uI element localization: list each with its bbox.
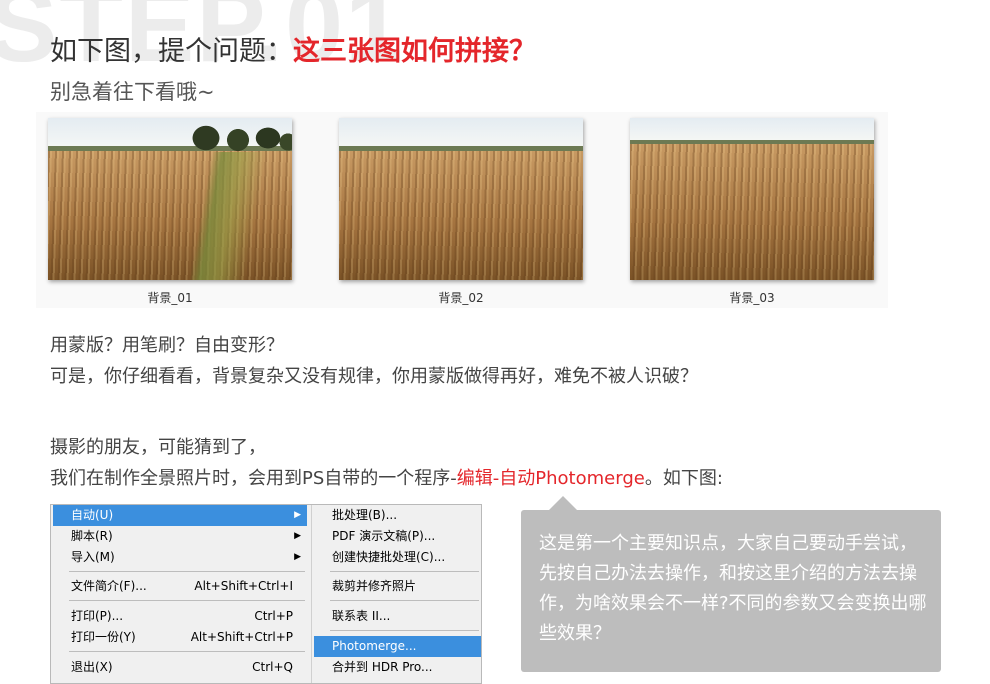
answer-line-2-prefix: 我们在制作全景照片时，会用到PS自带的一个程序- — [50, 468, 457, 489]
question-line-1: 用蒙版？用笔刷？自由变形？ — [50, 335, 284, 356]
photo-gallery: 背景_01 背景_02 背景_03 — [36, 112, 888, 308]
question-line-2: 可是，你仔细看看，背景复杂又没有规律，你用蒙版做得再好，难免不被人识破？ — [50, 366, 698, 387]
menu-item-exit[interactable]: 退出(X) Ctrl+Q — [53, 657, 307, 678]
menu-separator — [69, 651, 305, 652]
submenu-arrow-icon: ▶ — [294, 531, 301, 541]
photo-card-3: 背景_03 — [630, 118, 874, 306]
photo-caption-3: 背景_03 — [729, 291, 775, 305]
page-title: 如下图，提个问题：这三张图如何拼接？ — [50, 36, 536, 68]
file-menu-screenshot: 自动(U) ▶ 脚本(R) ▶ 导入(M) ▶ 文件简介(F)... Alt+Shift… — [50, 504, 482, 684]
menu-shortcut: Ctrl+P — [254, 609, 293, 623]
wheat-field-photo-1 — [48, 118, 292, 280]
menu-item-automate[interactable]: 自动(U) ▶ — [53, 505, 307, 526]
tip-callout: 这是第一个主要知识点，大家自己要动手尝试，先按自己办法去操作，和按这里介绍的方法… — [521, 496, 941, 672]
paragraph-answer: 摄影的朋友，可能猜到了， 我们在制作全景照片时，会用到PS自带的一个程序-编辑-… — [50, 432, 723, 494]
photo-card-2: 背景_02 — [339, 118, 583, 306]
submenu-item-merge-hdr[interactable]: 合并到 HDR Pro... — [314, 657, 481, 678]
file-menu: 自动(U) ▶ 脚本(R) ▶ 导入(M) ▶ 文件简介(F)... Alt+Shift… — [51, 505, 309, 683]
menu-item-print-one-copy[interactable]: 打印一份(Y) Alt+Shift+Ctrl+P — [53, 627, 307, 648]
title-prefix: 如下图，提个问题： — [50, 36, 293, 67]
page-subtitle: 别急着往下看哦~ — [50, 80, 215, 104]
submenu-item-photomerge[interactable]: Photomerge... — [314, 636, 481, 657]
menu-item-file-info[interactable]: 文件简介(F)... Alt+Shift+Ctrl+I — [53, 576, 307, 597]
answer-line-1: 摄影的朋友，可能猜到了， — [50, 437, 266, 458]
menu-item-print[interactable]: 打印(P)... Ctrl+P — [53, 606, 307, 627]
menu-item-scripts[interactable]: 脚本(R) ▶ — [53, 526, 307, 547]
answer-line-2-suffix: 。如下图: — [644, 468, 723, 489]
answer-line-2: 我们在制作全景照片时，会用到PS自带的一个程序-编辑-自动Photomerge。… — [50, 463, 723, 494]
submenu-item-batch[interactable]: 批处理(B)... — [314, 505, 481, 526]
menu-separator — [330, 600, 479, 601]
menu-shortcut: Alt+Shift+Ctrl+P — [190, 630, 293, 644]
menu-shortcut: Alt+Shift+Ctrl+I — [194, 579, 293, 593]
automate-submenu: 批处理(B)... PDF 演示文稿(P)... 创建快捷批处理(C)... 裁… — [311, 505, 483, 683]
photo-card-1: 背景_01 — [48, 118, 292, 306]
submenu-item-crop-straighten[interactable]: 裁剪并修齐照片 — [314, 576, 481, 597]
menu-separator — [69, 600, 305, 601]
menu-item-import[interactable]: 导入(M) ▶ — [53, 547, 307, 568]
submenu-arrow-icon: ▶ — [294, 552, 301, 562]
menu-separator — [330, 630, 479, 631]
menu-separator — [330, 571, 479, 572]
photo-caption-1: 背景_01 — [147, 291, 193, 305]
menu-shortcut: Ctrl+Q — [252, 660, 293, 674]
submenu-item-contact-sheet[interactable]: 联系表 II... — [314, 606, 481, 627]
title-highlight: 这三张图如何拼接？ — [293, 36, 536, 67]
menu-separator — [69, 571, 305, 572]
trees-icon — [188, 118, 292, 158]
submenu-arrow-icon: ▶ — [294, 510, 301, 520]
wheat-field-photo-3 — [630, 118, 874, 280]
paragraph-question: 用蒙版？用笔刷？自由变形？ 可是，你仔细看看，背景复杂又没有规律，你用蒙版做得再… — [50, 330, 698, 392]
photomerge-path-highlight: 编辑-自动Photomerge — [456, 468, 645, 489]
wheat-field-photo-2 — [339, 118, 583, 280]
photo-caption-2: 背景_02 — [438, 291, 484, 305]
submenu-item-pdf-presentation[interactable]: PDF 演示文稿(P)... — [314, 526, 481, 547]
submenu-item-create-droplet[interactable]: 创建快捷批处理(C)... — [314, 547, 481, 568]
tip-text: 这是第一个主要知识点，大家自己要动手尝试，先按自己办法去操作，和按这里介绍的方法… — [539, 533, 927, 644]
